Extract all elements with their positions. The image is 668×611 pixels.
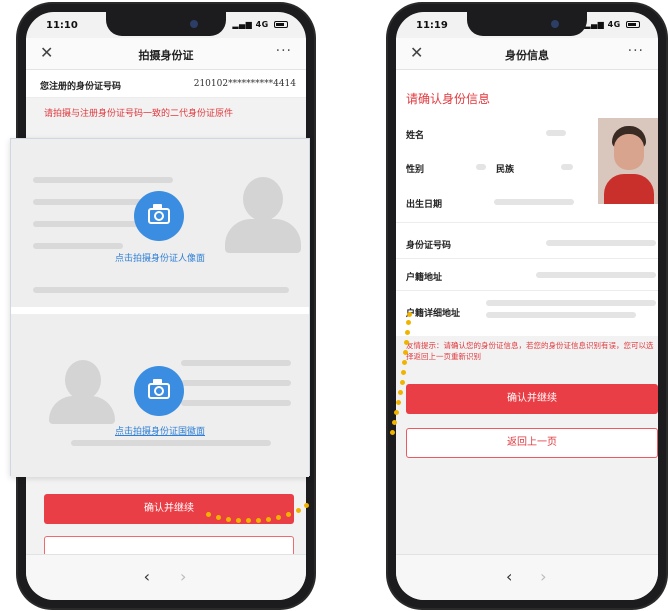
more-icon[interactable]: ··· — [276, 43, 292, 59]
front-camera — [551, 20, 559, 28]
connector-dot — [304, 503, 309, 508]
front-camera — [190, 20, 198, 28]
back-arrow-icon[interactable]: ‹ — [506, 567, 512, 586]
id-portrait-photo — [598, 118, 658, 204]
nav-bar: ✕ 身份信息 ··· — [396, 38, 658, 70]
placeholder-line — [33, 243, 123, 249]
connector-dot — [256, 518, 261, 523]
page-title: 拍摄身份证 — [138, 49, 194, 62]
connector-dot — [390, 430, 395, 435]
registered-id-label: 您注册的身份证号码 — [40, 82, 122, 92]
upload-hint: 请拍摄与注册身份证号码一致的二代身份证原件 — [44, 109, 234, 119]
connector-dot — [216, 515, 221, 520]
section-title: 请确认身份信息 — [406, 92, 491, 106]
right-phone: 11:19 ▂▄▆ 4G ✕ 身份信息 ··· 请确认身份信息 姓名 性别 民族… — [388, 4, 666, 608]
household-address-value-blurred — [536, 272, 656, 278]
status-time: 11:19 — [416, 20, 448, 31]
status-time: 11:10 — [46, 20, 78, 31]
connector-dot — [404, 340, 409, 345]
household-detail-value-blurred — [486, 300, 656, 306]
birth-date-value-blurred — [494, 199, 574, 205]
registered-id-value: 210102**********4414 — [193, 79, 296, 89]
phone-notch — [106, 12, 226, 36]
browser-bottom-bar: ‹ › — [396, 554, 658, 600]
right-phone-screen: 11:19 ▂▄▆ 4G ✕ 身份信息 ··· 请确认身份信息 姓名 性别 民族… — [396, 12, 658, 600]
ethnicity-value-blurred — [561, 164, 573, 170]
id-number-label: 身份证号码 — [406, 241, 452, 251]
camera-icon[interactable] — [134, 366, 184, 416]
name-label: 姓名 — [406, 131, 425, 141]
connector-dot — [400, 380, 405, 385]
connector-dot — [401, 370, 406, 375]
gender-label: 性别 — [406, 165, 425, 175]
household-address-label: 户籍地址 — [406, 273, 443, 283]
id-number-value-blurred — [546, 240, 656, 246]
connector-dot — [406, 320, 411, 325]
browser-bottom-bar: ‹ › — [26, 554, 306, 600]
forward-arrow-icon[interactable]: › — [540, 567, 546, 586]
connector-dot — [236, 518, 241, 523]
camera-icon[interactable] — [134, 191, 184, 241]
household-detail-label: 户籍详细地址 — [406, 309, 461, 319]
secondary-button[interactable] — [44, 536, 294, 556]
household-detail-value-blurred — [486, 312, 636, 318]
ethnicity-label: 民族 — [496, 165, 515, 175]
nav-bar: ✕ 拍摄身份证 ··· — [26, 38, 306, 70]
divider — [396, 290, 658, 291]
birth-date-label: 出生日期 — [406, 200, 443, 210]
portrait-silhouette-head — [243, 177, 283, 221]
connector-dot — [405, 330, 410, 335]
connector-dot — [286, 512, 291, 517]
upload-front-caption[interactable]: 点击拍摄身份证人像面 — [11, 251, 309, 264]
connector-dot — [392, 420, 397, 425]
connector-dot — [226, 517, 231, 522]
connector-dot — [296, 508, 301, 513]
back-arrow-icon[interactable]: ‹ — [144, 567, 150, 586]
divider — [396, 222, 658, 223]
placeholder-line — [181, 380, 291, 386]
placeholder-line — [33, 177, 173, 183]
gender-value-blurred — [476, 164, 486, 170]
connector-dot — [276, 515, 281, 520]
forward-arrow-icon[interactable]: › — [180, 567, 186, 586]
connector-dot — [407, 312, 412, 317]
friendly-reminder: 友情提示：请确认您的身份证信息，若您的身份证信息识别有误，您可以选择返回上一页重… — [406, 341, 654, 361]
portrait-silhouette-body — [49, 396, 115, 424]
registered-id-row: 您注册的身份证号码 210102**********4414 — [26, 70, 306, 98]
placeholder-line — [33, 287, 289, 293]
connector-dot — [246, 518, 251, 523]
name-value-blurred — [546, 130, 566, 136]
connector-dot — [402, 360, 407, 365]
connector-dot — [398, 390, 403, 395]
phone-notch — [467, 12, 587, 36]
connector-dot — [403, 350, 408, 355]
connector-dot — [266, 517, 271, 522]
page-title: 身份信息 — [505, 49, 549, 62]
battery-icon — [626, 21, 640, 28]
battery-icon — [274, 21, 288, 28]
placeholder-line — [181, 360, 291, 366]
signal-indicator: ▂▄▆ 4G — [232, 20, 288, 29]
placeholder-line — [33, 199, 143, 205]
more-icon[interactable]: ··· — [628, 43, 644, 59]
connector-dot — [396, 400, 401, 405]
connector-dot — [206, 512, 211, 517]
divider — [396, 258, 658, 259]
network-type: 4G — [255, 20, 269, 29]
upload-back-panel[interactable]: 点击拍摄身份证国徽面 — [11, 314, 309, 477]
placeholder-line — [71, 440, 271, 446]
signal-indicator: ▂▄▆ 4G — [584, 20, 640, 29]
portrait-silhouette-head — [65, 360, 101, 400]
placeholder-line — [181, 400, 291, 406]
upload-front-panel[interactable]: 点击拍摄身份证人像面 — [11, 139, 309, 307]
upload-back-caption[interactable]: 点击拍摄身份证国徽面 — [11, 424, 309, 437]
portrait-silhouette-body — [225, 219, 301, 253]
back-to-previous-button[interactable]: 返回上一页 — [406, 428, 658, 458]
connector-dot — [394, 410, 399, 415]
network-type: 4G — [607, 20, 621, 29]
confirm-button[interactable]: 确认并继续 — [406, 384, 658, 414]
id-upload-card: 点击拍摄身份证人像面 点击拍摄身份证国徽面 — [10, 138, 310, 477]
